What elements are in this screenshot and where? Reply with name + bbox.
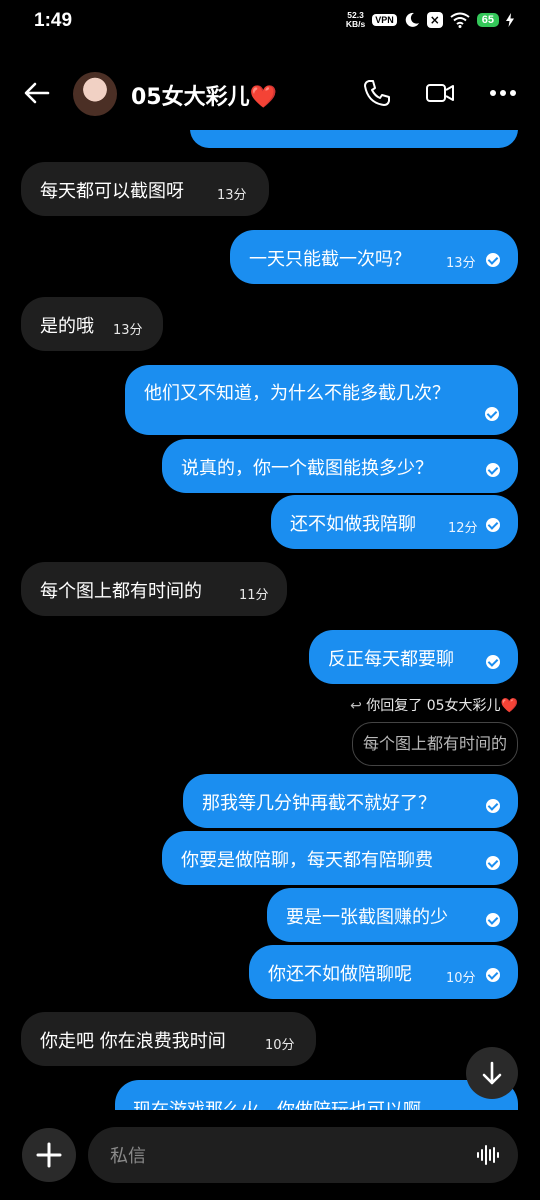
message-text: 你要是做陪聊，每天都有陪聊费 [181, 850, 433, 871]
message-bubble[interactable]: 他们又不知道，为什么不能多截几次？ [125, 365, 518, 435]
message-time: 13分 [217, 188, 247, 203]
voice-message-icon[interactable] [476, 1144, 500, 1166]
message-time: 13分 [446, 256, 476, 271]
reply-arrow-icon: ↩ [350, 698, 367, 714]
moon-icon [405, 12, 419, 27]
read-check-icon [485, 407, 499, 421]
message-text: 反正每天都要聊 [328, 649, 454, 670]
message-time: 13分 [113, 323, 143, 338]
message-bubble[interactable]: 还不如做我陪聊 12分 [271, 495, 518, 549]
quoted-message[interactable]: 每个图上都有时间的 [351, 722, 518, 766]
read-check-icon [486, 655, 500, 669]
message-bubble[interactable]: 一天只能截一次吗？ 13分 [230, 230, 518, 284]
reply-indicator: ↩ 你回复了 05女大彩儿❤️ [350, 698, 518, 714]
message-bubble[interactable]: 是的哦 13分 [21, 297, 163, 351]
message-text: 还不如做我陪聊 [290, 514, 416, 535]
scroll-to-bottom-button[interactable] [466, 1047, 518, 1099]
message-text: 每天都可以截图呀 [40, 181, 184, 202]
plus-icon [36, 1142, 62, 1168]
read-check-icon [486, 253, 500, 267]
message-bubble[interactable]: 反正每天都要聊 [309, 630, 518, 684]
message-time: 10分 [265, 1038, 295, 1053]
message-bubble[interactable]: 每天都可以截图呀 13分 [21, 162, 269, 216]
network-speed: 52.3 KB/s [345, 10, 366, 29]
charging-icon [506, 13, 514, 27]
message-composer[interactable] [88, 1127, 518, 1185]
message-text: 现在游戏那么火，你做陪玩也可以啊 [133, 1096, 421, 1110]
message-input[interactable] [108, 1127, 472, 1185]
vpn-badge: VPN [372, 14, 397, 26]
more-options-icon[interactable] [489, 88, 517, 98]
message-bubble[interactable]: 你要是做陪聊，每天都有陪聊费 [162, 831, 518, 885]
read-check-icon [486, 518, 500, 532]
chat-header: 05女大彩儿❤️ [0, 60, 540, 128]
message-text: 那我等几分钟再截不就好了？ [202, 793, 436, 814]
message-bubble[interactable]: 说真的，你一个截图能换多少？ [162, 439, 518, 493]
read-check-icon [486, 463, 500, 477]
arrow-down-icon [482, 1061, 502, 1085]
wifi-icon [450, 12, 470, 28]
message-text: 一天只能截一次吗？ [249, 249, 411, 270]
message-bubble[interactable]: 要是一张截图赚的少 [267, 888, 518, 942]
message-bubble[interactable]: 你走吧 你在浪费我时间 10分 [21, 1012, 316, 1066]
read-check-icon [486, 856, 500, 870]
video-call-icon[interactable] [424, 78, 456, 108]
message-bubble[interactable]: 每个图上都有时间的 11分 [21, 562, 287, 616]
read-check-icon [486, 799, 500, 813]
message-bubble[interactable]: 现在游戏那么火，你做陪玩也可以啊 [115, 1080, 518, 1110]
message-text: 每个图上都有时间的 [40, 581, 202, 602]
add-attachment-button[interactable] [22, 1128, 76, 1182]
contact-name[interactable]: 05女大彩儿❤️ [131, 79, 277, 111]
battery-level: 65 [476, 13, 499, 27]
status-time: 1:49 [34, 10, 73, 31]
message-time: 10分 [446, 971, 476, 986]
read-check-icon [486, 913, 500, 927]
message-text: 你还不如做陪聊呢 [268, 964, 412, 985]
phone-icon[interactable] [362, 78, 392, 108]
notification-off-icon: × [426, 12, 443, 28]
contact-avatar[interactable] [73, 72, 117, 116]
message-bubble[interactable]: 那我等几分钟再截不就好了？ [183, 774, 518, 828]
message-time: 12分 [448, 521, 478, 536]
message-text: 是的哦 [40, 316, 94, 337]
message-text: 说真的，你一个截图能换多少？ [181, 458, 433, 479]
status-bar: 1:49 52.3 KB/s VPN × 65 [0, 0, 540, 46]
status-icons: 52.3 KB/s VPN × 65 [346, 11, 514, 29]
message-text: 你走吧 你在浪费我时间 [40, 1031, 226, 1052]
message-list[interactable]: 每天都可以截图呀 13分 一天只能截一次吗？ 13分 是的哦 13分 他们又不知… [0, 130, 540, 1110]
message-text: 他们又不知道，为什么不能多截几次？ [144, 383, 450, 404]
message-time: 11分 [239, 588, 269, 603]
read-check-icon [486, 968, 500, 982]
message-text: 要是一张截图赚的少 [286, 907, 448, 928]
back-arrow-icon[interactable] [22, 78, 52, 108]
message-bubble-partial[interactable] [190, 130, 518, 148]
message-bubble[interactable]: 你还不如做陪聊呢 10分 [249, 945, 518, 999]
